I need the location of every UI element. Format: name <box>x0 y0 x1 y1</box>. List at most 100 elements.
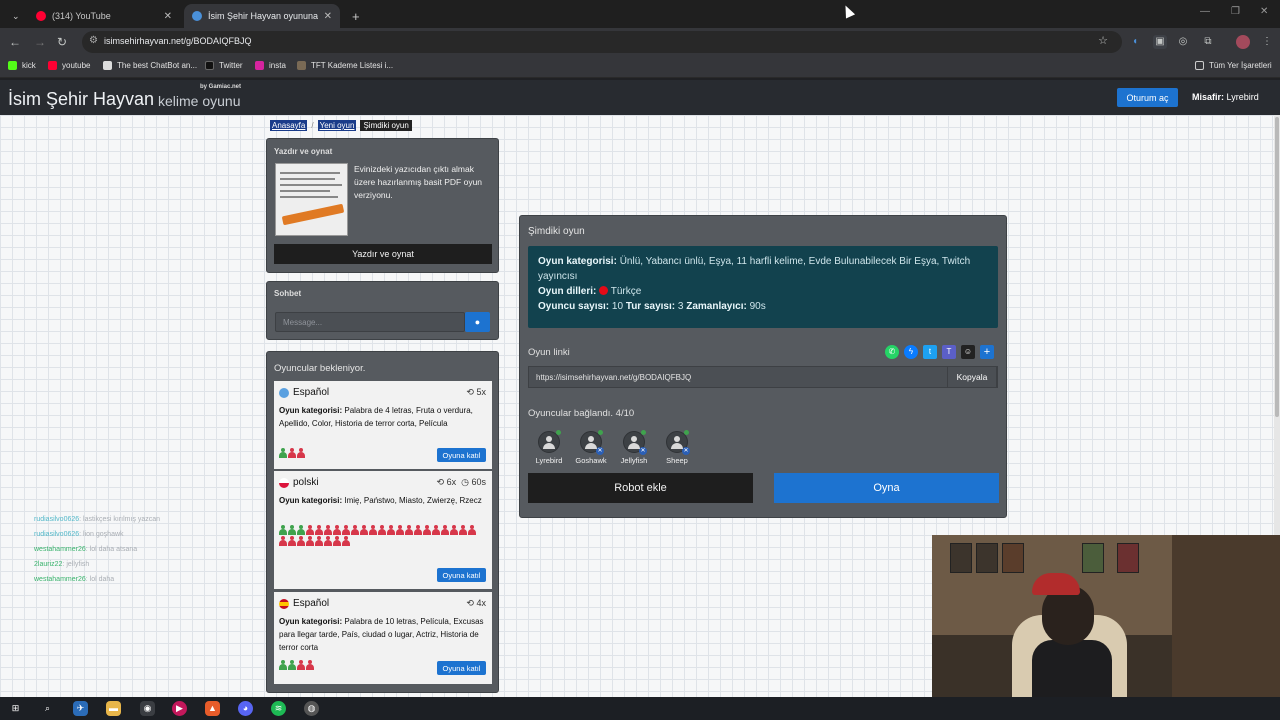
minimize-icon[interactable]: — <box>1200 6 1210 17</box>
chat-message: lastikçesi kırılmış yazcan <box>83 516 161 523</box>
obs-icon[interactable]: ◍ <box>304 701 319 716</box>
player-avatar-icon <box>538 430 561 453</box>
join-game-button[interactable]: Oyuna katıl <box>437 568 486 582</box>
stream-chat-line: rudiasilvo0626: lion goşhawk <box>34 531 124 538</box>
player-avatar-icon: ✕ <box>580 430 604 455</box>
webcam-overlay <box>932 535 1280 697</box>
game-link-label: Oyun linki <box>528 347 570 358</box>
add-share-icon[interactable]: + <box>980 345 994 359</box>
add-robot-button[interactable]: Robot ekle <box>528 473 753 503</box>
game-room-card: Español ⟲ 4x Oyun kategorisi: Palabra de… <box>274 592 492 684</box>
room-language-label: Español <box>293 598 330 609</box>
file-explorer-icon[interactable]: ▬ <box>106 701 121 716</box>
browser-toolbar: ← → ↻ ⚙ isimsehirhayvan.net/g/BODAIQFBJQ… <box>0 28 1280 56</box>
connected-players-label: Oyuncular bağlandı. 4/10 <box>528 408 634 419</box>
spotify-icon[interactable]: ≋ <box>271 701 286 716</box>
twitter-icon[interactable]: t <box>923 345 937 359</box>
snapchat-icon[interactable]: ☺ <box>961 345 975 359</box>
search-icon[interactable]: ⌕ <box>40 701 55 716</box>
teams-icon[interactable]: T <box>942 345 956 359</box>
player-empty-slot-icon <box>306 536 314 546</box>
window-close-icon[interactable]: ✕ <box>1260 6 1268 17</box>
bookmark-kick[interactable]: kick <box>8 61 36 70</box>
room-rounds-value: 5x <box>476 387 486 397</box>
instagram-icon <box>255 61 264 70</box>
kick-player-icon[interactable]: ✕ <box>639 447 647 455</box>
room-categories-text: Imię, Państwo, Miasto, Zwierzę, Rzecz <box>344 496 482 505</box>
bookmark-star-icon[interactable]: ☆ <box>1098 34 1108 47</box>
brave-icon[interactable]: ▲ <box>205 701 220 716</box>
copy-link-button[interactable]: Kopyala <box>947 366 997 388</box>
bookmark-label: insta <box>269 61 286 70</box>
login-button[interactable]: Oturum aç <box>1117 88 1178 107</box>
print-and-play-button[interactable]: Yazdır ve oynat <box>274 244 492 264</box>
messenger-icon[interactable]: ϟ <box>904 345 918 359</box>
chat-message-input[interactable] <box>275 312 465 332</box>
address-bar[interactable]: ⚙ isimsehirhayvan.net/g/BODAIQFBJQ ☆ <box>82 31 1122 53</box>
player-avatar-icon: ✕ <box>666 430 690 455</box>
close-icon[interactable]: ✕ <box>164 11 172 22</box>
site-info-icon[interactable]: ⚙ <box>89 35 98 46</box>
play-button[interactable]: Oyna <box>774 473 999 503</box>
breadcrumb: Anasayfa / Yeni oyun Şimdiki oyun <box>270 120 412 131</box>
discord-icon[interactable]: ◕ <box>238 701 253 716</box>
flag-icon <box>279 477 289 488</box>
online-dot-icon <box>684 430 689 435</box>
app-icon[interactable]: ✈ <box>73 701 88 716</box>
media-app-icon[interactable]: ▶ <box>172 701 187 716</box>
extension-icon[interactable]: ▣ <box>1153 35 1167 49</box>
player-empty-slot-icon <box>342 536 350 546</box>
bookmark-chatbot[interactable]: The best ChatBot an... <box>103 61 197 70</box>
bookmark-twitter[interactable]: Twitter <box>205 61 243 70</box>
room-rounds: ⟲ 6x ◷ 60s <box>437 477 486 488</box>
forward-icon[interactable]: → <box>34 35 46 49</box>
player-joined-icon <box>288 525 296 535</box>
join-game-button[interactable]: Oyuna katıl <box>437 661 486 675</box>
all-bookmarks[interactable]: Tüm Yer İşaretleri <box>1195 61 1272 70</box>
kick-player-icon[interactable]: ✕ <box>682 447 690 455</box>
category-label: Oyun kategorisi: <box>279 406 343 415</box>
room-player-slots <box>279 525 484 546</box>
close-icon[interactable]: ✕ <box>324 11 332 22</box>
bookmark-insta[interactable]: insta <box>255 61 286 70</box>
chat-message: lol daha <box>89 576 115 583</box>
kick-player-icon[interactable]: ✕ <box>596 447 604 455</box>
round-count-label: Tur sayısı: <box>625 301 676 312</box>
extensions-puzzle-icon[interactable]: ⧉ <box>1201 35 1215 49</box>
windows-start-icon[interactable]: ⊞ <box>8 701 23 716</box>
site-logo[interactable]: İsim Şehir Hayvan <box>8 89 154 110</box>
tab-title: İsim Şehir Hayvan oyununa katı <box>208 11 320 21</box>
scrollbar-thumb[interactable] <box>1275 117 1279 417</box>
maximize-icon[interactable]: ❐ <box>1231 6 1240 17</box>
reload-icon[interactable]: ↻ <box>57 35 67 49</box>
tab-list-button[interactable]: ⌄ <box>4 4 26 28</box>
breadcrumb-new-game[interactable]: Yeni oyun <box>317 120 357 131</box>
bookmark-tft[interactable]: TFT Kademe Listesi i... <box>297 61 393 70</box>
extension-game-icon[interactable]: ◎ <box>1176 35 1190 49</box>
chat-username: westahammer26 <box>34 576 86 583</box>
whatsapp-icon[interactable]: ✆ <box>885 345 899 359</box>
category-label: Oyun kategorisi: <box>279 496 343 505</box>
tab-isimsehirhayvan[interactable]: İsim Şehir Hayvan oyununa katı ✕ <box>184 4 340 28</box>
back-icon[interactable]: ← <box>9 35 21 49</box>
room-language: Español <box>279 598 329 609</box>
new-tab-button[interactable]: + <box>344 4 364 28</box>
print-panel-description: Evinizdeki yazıcıdan çıktı almak üzere h… <box>354 164 483 200</box>
player-empty-slot-icon <box>324 525 332 535</box>
profile-avatar-icon[interactable] <box>1236 35 1250 49</box>
language-value: Türkçe <box>610 286 642 297</box>
chat-send-button[interactable]: ● <box>465 312 490 332</box>
language-label: Oyun dilleri: <box>538 286 597 297</box>
tab-youtube[interactable]: (314) YouTube ✕ <box>28 4 180 28</box>
chrome-icon[interactable]: ◉ <box>140 701 155 716</box>
translate-icon[interactable]: ◖ <box>1128 35 1142 49</box>
bookmark-youtube[interactable]: youtube <box>48 61 90 70</box>
breadcrumb-home[interactable]: Anasayfa <box>270 120 308 131</box>
flag-icon <box>279 387 289 398</box>
game-link-field[interactable]: https://isimsehirhayvan.net/g/BODAIQFBJQ… <box>528 366 998 388</box>
player-name: Jellyfish <box>620 456 648 465</box>
connected-count: 4/10 <box>615 408 635 419</box>
menu-kebab-icon[interactable]: ⋮ <box>1260 35 1274 49</box>
join-game-button[interactable]: Oyuna katıl <box>437 448 486 462</box>
timer-label: Zamanlayıcı: <box>686 301 747 312</box>
